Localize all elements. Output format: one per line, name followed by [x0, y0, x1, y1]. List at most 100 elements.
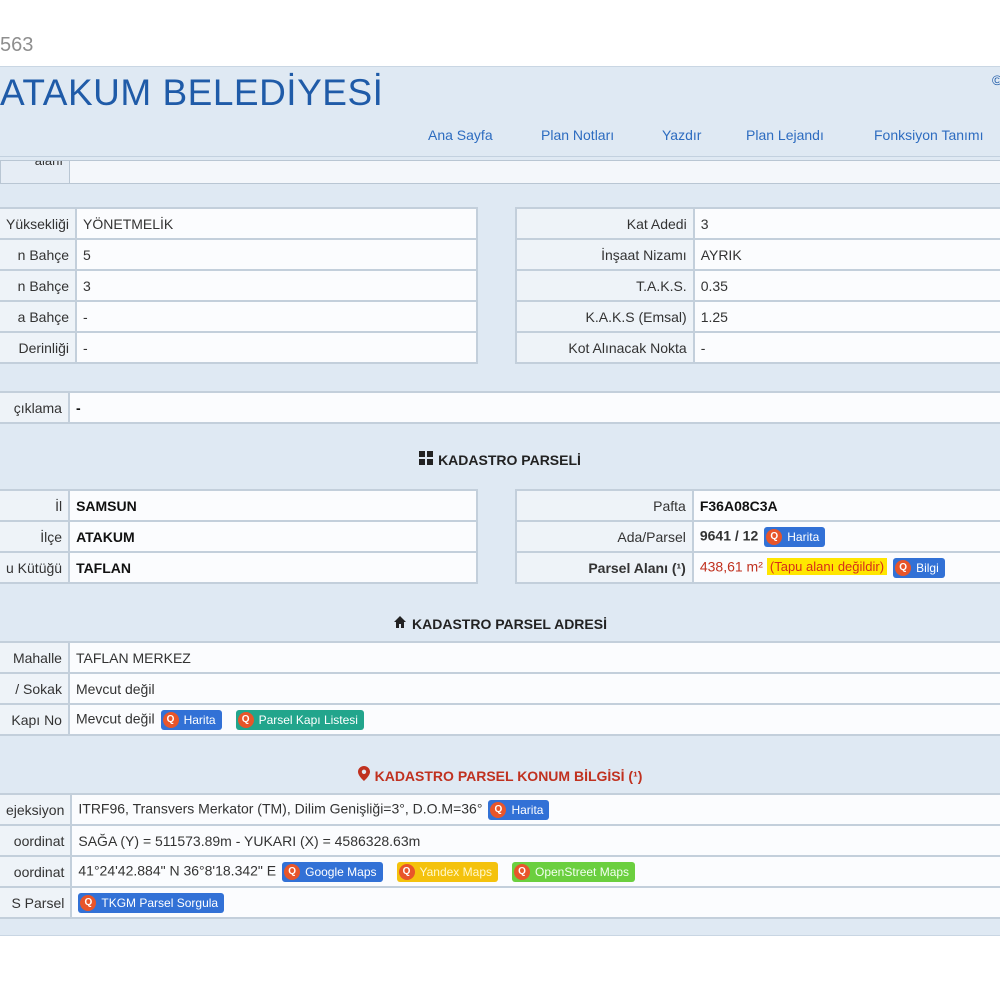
row-label: T.A.K.S. — [515, 269, 695, 302]
row-value: 0.35 — [692, 269, 1000, 302]
table-row: Kot Alınacak Nokta - — [515, 331, 1000, 364]
row-value: AYRIK — [692, 238, 1000, 271]
cografi-koordinat-cell: 41°24'42.884" N 36°8'18.342" E Q Google Ma… — [70, 855, 1000, 888]
table-row: T.A.K.S. 0.35 — [515, 269, 1000, 302]
row-value: 5 — [75, 238, 478, 271]
parsel-alani-cell: 438,61 m² (Tapu alanı değildir) Q Bilgi — [691, 551, 1000, 584]
kapi-no-value: Mevcut değil — [75, 710, 155, 727]
location-pin-icon — [357, 762, 370, 790]
section-title: KADASTRO PARSELİ — [438, 452, 581, 468]
table-row: K.A.K.S (Emsal) 1.25 — [515, 300, 1000, 333]
row-value: ATAKUM — [68, 520, 478, 553]
kadastro-parseli-heading: KADASTRO PARSELİ — [0, 446, 1000, 474]
table-row: / Sokak Mevcut değil — [0, 672, 1000, 705]
row-value: - — [75, 300, 478, 333]
parsel-kapi-listesi-button[interactable]: Q Parsel Kapı Listesi — [235, 709, 364, 730]
aciklama-value: - — [67, 391, 1000, 424]
ada-parsel-value: 9641 / 12 — [699, 527, 759, 544]
row-label: K.A.K.S (Emsal) — [515, 300, 695, 333]
google-maps-button[interactable]: Q Google Maps — [282, 861, 383, 882]
pafta-label: Pafta — [515, 489, 694, 522]
cografi-koordinat-value: 41°24'42.884" N 36°8'18.342" E — [78, 862, 277, 879]
parsel-alani-label: Parsel Alanı (¹) — [515, 551, 694, 584]
row-label: a Bahçe — [0, 300, 78, 333]
nav-yazdir[interactable]: Yazdır — [662, 127, 701, 143]
kapi-harita-button[interactable]: Q Harita — [160, 709, 222, 730]
row-label: Derinliği — [0, 331, 78, 364]
table-row: çıklama - — [0, 391, 1000, 424]
nav-plan-notlari[interactable]: Plan Notları — [541, 127, 614, 143]
table-row: İnşaat Nizamı AYRIK — [515, 238, 1000, 271]
table-row: Mahalle TAFLAN MERKEZ — [0, 641, 1000, 674]
mahalle-value: TAFLAN MERKEZ — [67, 641, 1000, 674]
plan-right-table: Kat Adedi 3 İnşaat Nizamı AYRIK T.A.K.S.… — [515, 207, 1000, 364]
header-divider — [0, 156, 1000, 157]
ada-harita-button[interactable]: Q Harita — [764, 526, 826, 547]
section-title: KADASTRO PARSEL ADRESİ — [412, 616, 607, 632]
parsel-alani-value: 438,61 m² — [699, 558, 763, 575]
grid-icon — [419, 446, 434, 474]
row-label: İl — [0, 489, 71, 522]
koordinat-label: oordinat — [0, 824, 73, 857]
yandex-maps-button[interactable]: Q Yandex Maps — [396, 861, 498, 882]
table-row: Kapı No Mevcut değil Q Harita Q Parsel Kapı … — [0, 703, 1000, 736]
mahalle-label: Mahalle — [0, 641, 70, 674]
nav-ana-sayfa[interactable]: Ana Sayfa — [428, 127, 493, 143]
sokak-value: Mevcut değil — [67, 672, 1000, 705]
page-number: 563 — [0, 34, 34, 56]
table-row: Kat Adedi 3 — [515, 207, 1000, 240]
row-value: 1.25 — [692, 300, 1000, 333]
nav-plan-lejandi[interactable]: Plan Lejandı — [746, 127, 824, 143]
table-row: oordinat SAĞA (Y) = 511573.89m - YUKARI … — [0, 824, 1000, 857]
map-search-icon: Q — [398, 863, 415, 880]
kadastro-right-table: Pafta F36A08C3A Ada/Parsel 9641 / 12 Q Har… — [515, 489, 1000, 584]
tkgm-parsel-sorgula-button[interactable]: Q TKGM Parsel Sorgula — [78, 892, 225, 913]
aciklama-table: çıklama - — [0, 391, 1000, 424]
tkgm-parsel-cell: Q TKGM Parsel Sorgula — [70, 886, 1000, 919]
table-row: Pafta F36A08C3A — [515, 489, 1000, 522]
row-value: - — [75, 331, 478, 364]
row-value: 3 — [692, 207, 1000, 240]
row-value: 3 — [75, 269, 478, 302]
table-row: İlçe ATAKUM — [0, 520, 478, 553]
adres-table: Mahalle TAFLAN MERKEZ / Sokak Mevcut değ… — [0, 641, 1000, 736]
map-search-icon: Q — [490, 801, 507, 818]
row-value: YÖNETMELİK — [75, 207, 478, 240]
koordinat-value: SAĞA (Y) = 511573.89m - YUKARI (X) = 458… — [70, 824, 1000, 857]
projeksiyon-label: ejeksiyon — [0, 793, 73, 826]
table-row: Yüksekliği YÖNETMELİK — [0, 207, 478, 240]
pafta-value: F36A08C3A — [691, 489, 1000, 522]
table-row: n Bahçe 3 — [0, 269, 478, 302]
header-corner-glyph: © — [992, 72, 1000, 88]
plan-left-table: Yüksekliği YÖNETMELİK n Bahçe 5 n Bahçe … — [0, 207, 478, 364]
nav-fonksiyon-tanimi[interactable]: Fonksiyon Tanımı — [874, 127, 983, 143]
row-label: n Bahçe — [0, 269, 78, 302]
ada-parsel-cell: 9641 / 12 Q Harita — [691, 520, 1000, 553]
projeksiyon-harita-button[interactable]: Q Harita — [488, 799, 550, 820]
table-row: İl SAMSUN — [0, 489, 478, 522]
top-nav: Ana Sayfa Plan Notları Yazdır Plan Lejan… — [0, 127, 1000, 147]
municipality-title: ATAKUM BELEDİYESİ — [0, 72, 384, 113]
sokak-label: / Sokak — [0, 672, 70, 705]
ada-parsel-label: Ada/Parsel — [515, 520, 694, 553]
row-label: Kat Adedi — [515, 207, 695, 240]
tkgm-parsel-label: S Parsel — [0, 886, 73, 919]
table-row: oordinat 41°24'42.884" N 36°8'18.342" E Q… — [0, 855, 1000, 888]
row-value: - — [692, 331, 1000, 364]
map-search-icon: Q — [284, 863, 301, 880]
map-search-icon: Q — [514, 863, 530, 880]
row-label: Kot Alınacak Nokta — [515, 331, 695, 364]
row-label: İnşaat Nizamı — [515, 238, 695, 271]
table-row: n Bahçe 5 — [0, 238, 478, 271]
kapi-no-cell: Mevcut değil Q Harita Q Parsel Kapı Listesi — [67, 703, 1000, 736]
kadastro-left-table: İl SAMSUN İlçe ATAKUM u Kütüğü TAFLAN — [0, 489, 478, 584]
bilgi-button[interactable]: Q Bilgi — [893, 557, 945, 578]
info-icon: Q — [895, 559, 912, 576]
map-search-icon: Q — [162, 711, 179, 728]
openstreet-maps-button[interactable]: Q OpenStreet Maps — [512, 861, 636, 882]
section-title: KADASTRO PARSEL KONUM BİLGİSİ (¹) — [374, 768, 643, 784]
cografi-koordinat-label: oordinat — [0, 855, 73, 888]
table-row: Parsel Alanı (¹) 438,61 m² (Tapu alanı de… — [515, 551, 1000, 584]
table-row: u Kütüğü TAFLAN — [0, 551, 478, 584]
row-value: SAMSUN — [68, 489, 478, 522]
